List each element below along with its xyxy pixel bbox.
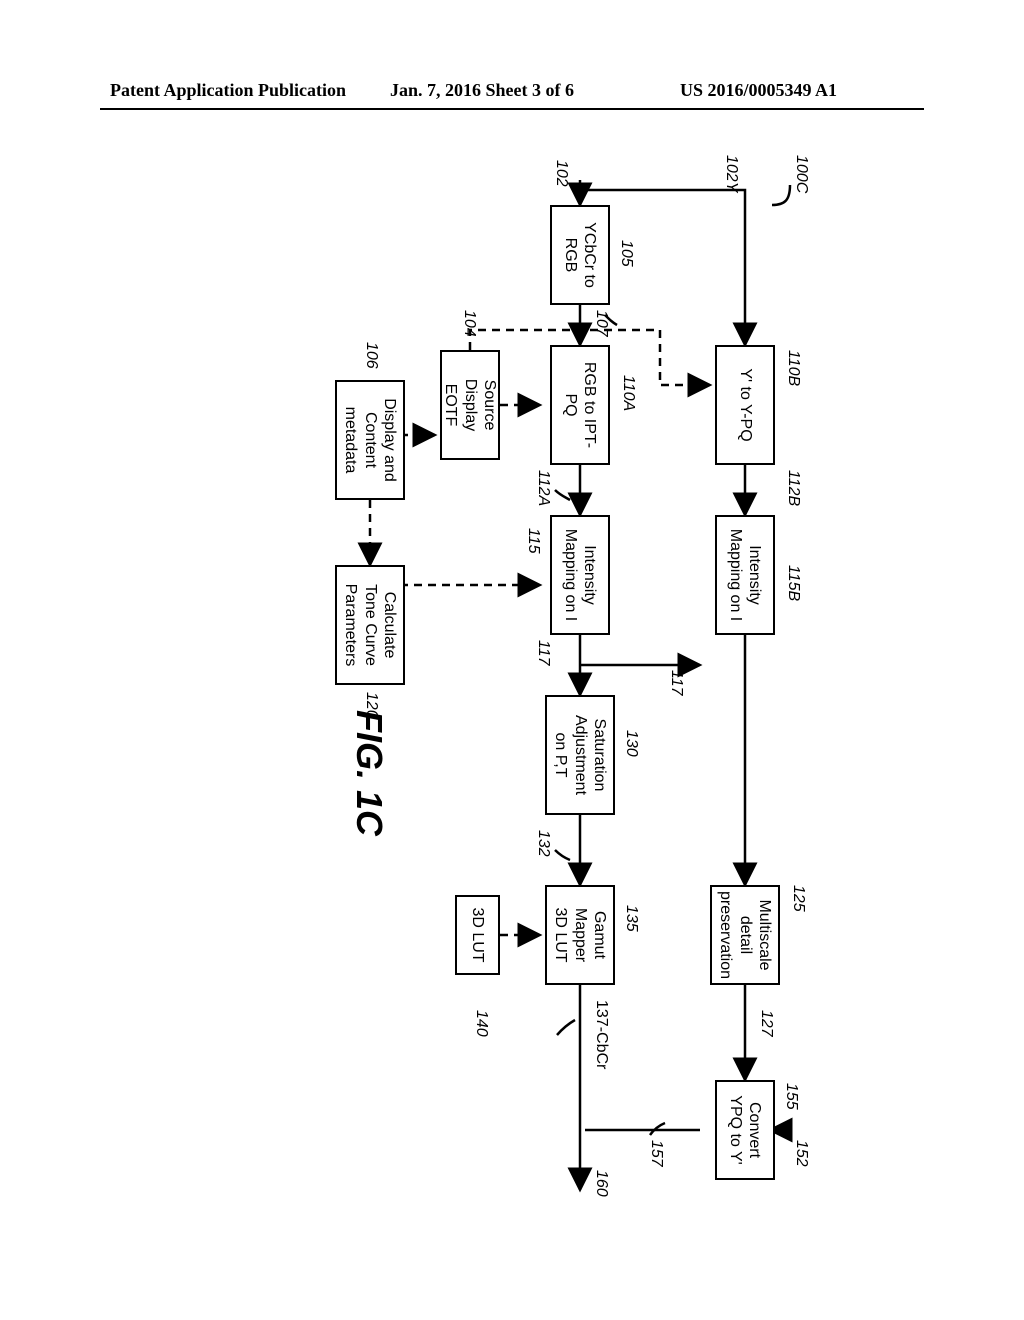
label-137-cbcr: 137-CbCr	[592, 1000, 610, 1069]
label-104: 104	[460, 310, 478, 337]
box-intensity-mapping-a: Intensity Mapping on I	[550, 515, 610, 635]
box-y-to-ypq: Y' to Y-PQ	[715, 345, 775, 465]
header-left: Patent Application Publication	[110, 80, 346, 101]
label-117-lower: 117	[534, 640, 552, 666]
box-src-eotf-label: Source Display EOTF	[441, 356, 499, 454]
box-calc-tone-label: Calculate Tone Curve Parameters	[341, 584, 399, 667]
box-yypq-label: Y' to Y-PQ	[735, 368, 754, 441]
label-160: 160	[592, 1170, 610, 1197]
box-satadj-label: Saturation Adjustment on P,T	[551, 715, 609, 795]
box-convert-label: Convert YPQ to Y'	[726, 1095, 764, 1164]
box-rgb-to-ipt: RGB to IPT- PQ	[550, 345, 610, 465]
label-135: 135	[622, 905, 640, 932]
label-140: 140	[472, 1010, 490, 1037]
label-125: 125	[789, 885, 807, 912]
label-100c: 100C	[792, 155, 810, 193]
label-106: 106	[362, 342, 380, 369]
header-right: US 2016/0005349 A1	[680, 80, 837, 101]
box-disp-meta-label: Display and Content metadata	[341, 398, 399, 482]
label-107: 107	[592, 310, 610, 337]
label-115b: 115B	[784, 565, 802, 601]
diagram-container: YCbCr to RGB RGB to IPT- PQ Intensity Ma…	[0, 310, 1024, 1090]
label-127: 127	[757, 1010, 775, 1037]
box-gamut-label: Gamut Mapper 3D LUT	[551, 907, 609, 962]
box-source-eotf: Source Display EOTF	[440, 350, 500, 460]
label-102: 102	[552, 160, 570, 187]
box-multiscale-label: Multiscale detail preservation	[716, 891, 774, 979]
box-display-content-metadata: Display and Content metadata	[335, 380, 405, 500]
box-ycbcr-to-rgb: YCbCr to RGB	[550, 205, 610, 305]
box-imap-a-label: Intensity Mapping on I	[561, 529, 599, 622]
box-rgb-ipt-label: RGB to IPT- PQ	[561, 362, 599, 448]
box-3dlut-label: 3D LUT	[468, 907, 487, 962]
header-divider	[100, 108, 924, 110]
label-157: 157	[647, 1140, 665, 1167]
header-center: Jan. 7, 2016 Sheet 3 of 6	[390, 80, 574, 101]
label-130: 130	[622, 730, 640, 757]
label-132: 132	[534, 830, 552, 857]
label-110a: 110A	[619, 375, 637, 411]
box-intensity-mapping-b: Intensity Mapping on I	[715, 515, 775, 635]
label-152: 152	[792, 1140, 810, 1167]
label-102y: 102Y	[722, 155, 740, 192]
box-convert-ypq: Convert YPQ to Y'	[715, 1080, 775, 1180]
box-multiscale-detail: Multiscale detail preservation	[710, 885, 780, 985]
label-155: 155	[782, 1083, 800, 1110]
label-110b: 110B	[784, 350, 802, 386]
box-ycbcr-label: YCbCr to RGB	[561, 222, 599, 288]
label-117-upper: 117	[667, 670, 685, 696]
box-saturation-adjustment: Saturation Adjustment on P,T	[545, 695, 615, 815]
label-112a: 112A	[534, 470, 552, 506]
box-gamut-mapper: Gamut Mapper 3D LUT	[545, 885, 615, 985]
box-imap-b-label: Intensity Mapping on I	[726, 529, 764, 622]
label-115: 115	[524, 528, 542, 554]
label-112b: 112B	[784, 470, 802, 506]
label-105: 105	[617, 240, 635, 267]
box-3d-lut: 3D LUT	[455, 895, 500, 975]
figure-label: FIG. 1C	[348, 710, 390, 836]
box-calc-tone-curve: Calculate Tone Curve Parameters	[335, 565, 405, 685]
